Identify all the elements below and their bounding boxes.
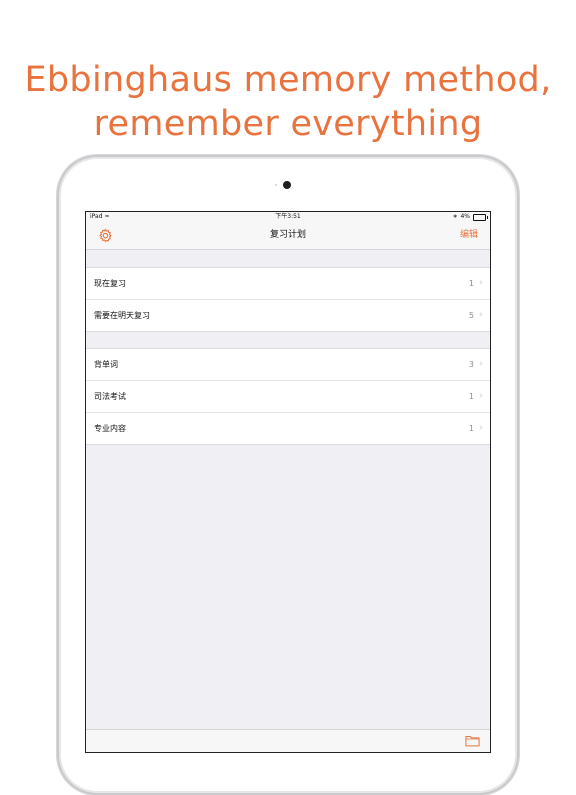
chevron-right-icon: › bbox=[479, 391, 483, 401]
page-title: 复习计划 bbox=[269, 230, 306, 240]
headline-line-1: Ebbinghaus memory method, bbox=[24, 60, 552, 100]
list-item-count: 1 bbox=[468, 279, 474, 288]
promo-headline: Ebbinghaus memory method, remember every… bbox=[0, 58, 576, 146]
review-group: 现在复习 1 › 需要在明天复习 5 › bbox=[86, 267, 490, 332]
status-right: ∗ 4% bbox=[452, 212, 488, 222]
sensor-dot bbox=[275, 184, 277, 186]
battery-percent: 4% bbox=[460, 213, 470, 220]
ipad-frame: iPad ≈ 下午3:51 ∗ 4% 复习计划 编辑 现在复习 1 › 需要在明… bbox=[57, 155, 519, 795]
list-item-label: 专业内容 bbox=[94, 424, 126, 433]
plans-group: 背单词 3 › 司法考试 1 › 专业内容 1 › bbox=[86, 348, 490, 445]
bottom-toolbar bbox=[86, 729, 490, 752]
navigation-bar: 复习计划 编辑 bbox=[86, 222, 490, 250]
status-time: 下午3:51 bbox=[275, 213, 301, 220]
edit-button[interactable]: 编辑 bbox=[460, 222, 478, 249]
status-bar: iPad ≈ 下午3:51 ∗ 4% bbox=[86, 212, 490, 222]
chevron-right-icon: › bbox=[479, 359, 483, 369]
list-item-label: 需要在明天复习 bbox=[94, 311, 150, 320]
list-item-plan[interactable]: 司法考试 1 › bbox=[86, 381, 490, 413]
headline-line-2: remember everything bbox=[93, 104, 483, 144]
list-item-plan[interactable]: 专业内容 1 › bbox=[86, 413, 490, 444]
chevron-right-icon: › bbox=[479, 278, 483, 288]
list-item-count: 1 bbox=[468, 424, 474, 433]
list-item-count: 3 bbox=[468, 360, 474, 369]
battery-icon bbox=[473, 213, 488, 221]
list-item-label: 现在复习 bbox=[94, 279, 126, 288]
front-camera bbox=[283, 181, 291, 189]
chevron-right-icon: › bbox=[479, 310, 483, 320]
list-item-review-tomorrow[interactable]: 需要在明天复习 5 › bbox=[86, 300, 490, 331]
chevron-right-icon: › bbox=[479, 423, 483, 433]
list-item-count: 1 bbox=[468, 392, 474, 401]
list-item-count: 5 bbox=[468, 311, 474, 320]
list-item-label: 背单词 bbox=[94, 360, 118, 369]
folder-icon[interactable] bbox=[465, 734, 480, 747]
bluetooth-icon: ∗ bbox=[452, 213, 458, 220]
app-screen: iPad ≈ 下午3:51 ∗ 4% 复习计划 编辑 现在复习 1 › 需要在明… bbox=[85, 211, 491, 753]
list-item-label: 司法考试 bbox=[94, 392, 126, 401]
list-item-review-now[interactable]: 现在复习 1 › bbox=[86, 268, 490, 300]
list-item-plan[interactable]: 背单词 3 › bbox=[86, 349, 490, 381]
